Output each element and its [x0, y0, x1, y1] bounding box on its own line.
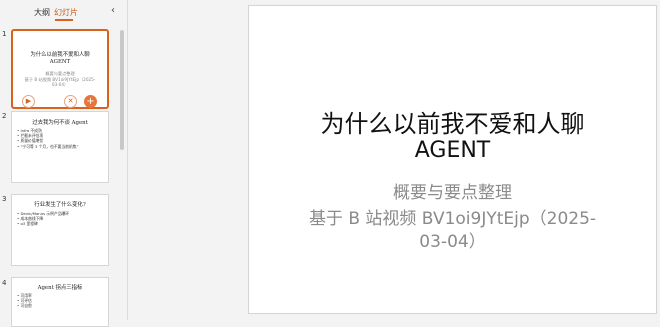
slide-number: 2 — [2, 112, 7, 120]
thumb-bullet-list: • Devin/Manus 示例产品曝环 • 成本曲线下降 • o3 里程碑 — [17, 211, 105, 227]
slide-canvas[interactable]: 为什么以前我不爱和人聊 AGENT 概要与要点整理 基于 B 站视频 BV1oi… — [248, 5, 657, 314]
thumb-title-line2: AGENT — [49, 59, 71, 65]
slide-panel: 大纲 幻灯片 ‹ 1 为什么以前我不爱和人聊 AGENT 概要与要点整理 基于 … — [0, 0, 127, 327]
panel-scrollbar[interactable] — [120, 30, 124, 150]
panel-header: 大纲 幻灯片 ‹ — [0, 0, 127, 24]
panel-divider[interactable] — [127, 0, 128, 320]
thumb-title-line1: 为什么以前我不爱和人聊 — [30, 52, 90, 58]
tab-slides[interactable]: 幻灯片 — [54, 7, 78, 18]
slide-number: 3 — [2, 195, 7, 203]
list-item: • “宁可等 3 个月，也不要当前机焦” — [17, 143, 79, 149]
slide-subtitle-line3[interactable]: 03-04） — [249, 231, 656, 253]
tab-outline[interactable]: 大纲 — [34, 7, 50, 18]
slide-title-line1[interactable]: 为什么以前我不爱和人聊 — [249, 104, 656, 139]
thumb-bullet-list: • Infra 不成熟 • 拦截未评估项 • 质量价值堪忧 • “宁可等 3 个… — [17, 128, 105, 149]
thumb-heading: 过去我为何不谈 Agent — [32, 120, 88, 126]
list-item: • 可自愈 — [17, 303, 32, 309]
thumb-heading: 行业发生了什么变化? — [34, 202, 86, 208]
thumbnail-actions: ▶ ✕ + — [10, 95, 110, 109]
slide-number: 1 — [2, 30, 7, 38]
slide-title-line2[interactable]: AGENT — [249, 138, 656, 163]
slide-subtitle-line1[interactable]: 概要与要点整理 — [249, 182, 656, 204]
thumb-heading: Agent 拐点三指标 — [37, 285, 83, 291]
plus-icon[interactable]: + — [84, 95, 97, 108]
slide-thumbnail-2[interactable]: 过去我为何不谈 Agent • Infra 不成熟 • 拦截未评估项 • 质量价… — [11, 111, 109, 183]
cross-icon[interactable]: ✕ — [64, 95, 77, 108]
slide-thumbnail-3[interactable]: 行业发生了什么变化? • Devin/Manus 示例产品曝环 • 成本曲线下降… — [11, 194, 109, 266]
slide-number: 4 — [2, 279, 7, 287]
thumb-bullet-list: • 可用率 • 可评估 • 可自愈 — [17, 293, 105, 309]
thumb-subtitle-line3: 03-04） — [51, 82, 69, 87]
list-item: • o3 里程碑 — [17, 221, 38, 227]
play-icon[interactable]: ▶ — [22, 95, 35, 108]
chevron-left-icon[interactable]: ‹ — [108, 5, 118, 17]
active-tab-indicator — [55, 19, 73, 21]
slide-subtitle-line2[interactable]: 基于 B 站视频 BV1oi9JYtEjp（2025- — [249, 208, 656, 230]
